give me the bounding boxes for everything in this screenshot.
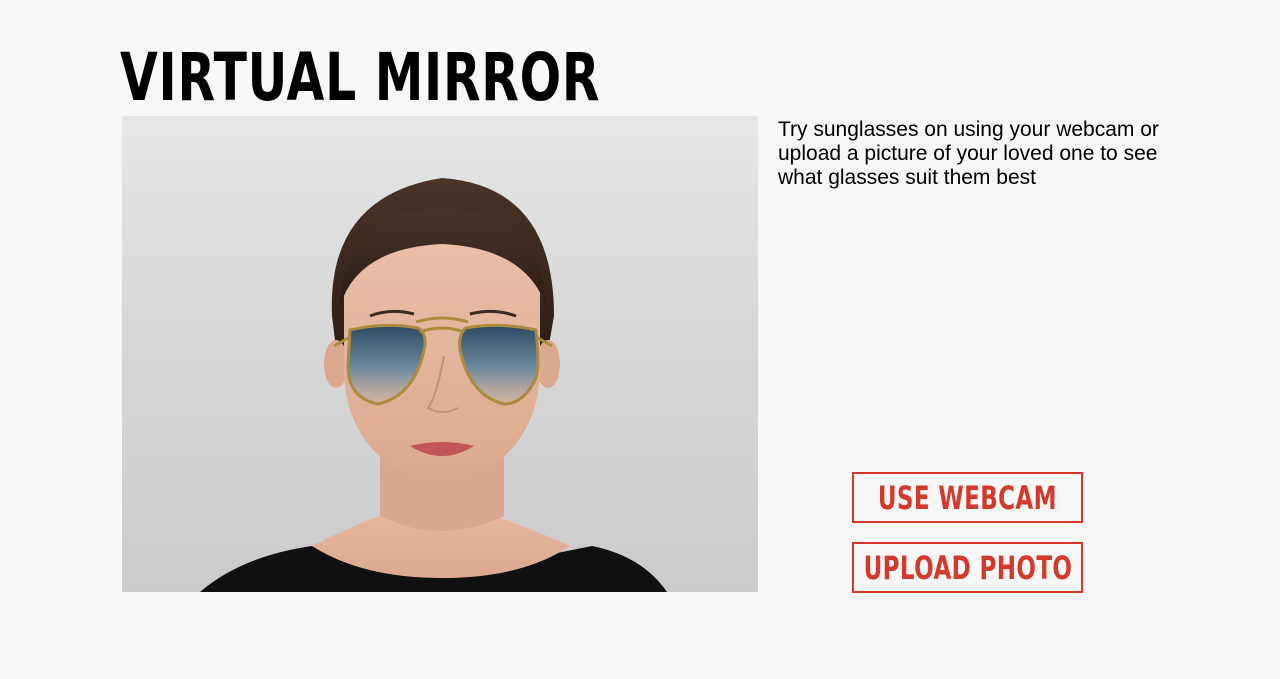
upload-photo-label: UPLOAD PHOTO — [863, 548, 1072, 587]
model-photo — [200, 178, 667, 592]
use-webcam-button[interactable]: USE WEBCAM — [852, 472, 1083, 523]
page-title: VIRTUAL MIRROR — [120, 39, 601, 116]
mirror-description: Try sunglasses on using your webcam or u… — [778, 118, 1159, 189]
use-webcam-label: USE WEBCAM — [877, 478, 1058, 517]
virtual-mirror-preview — [122, 116, 758, 592]
upload-photo-button[interactable]: UPLOAD PHOTO — [852, 542, 1083, 593]
